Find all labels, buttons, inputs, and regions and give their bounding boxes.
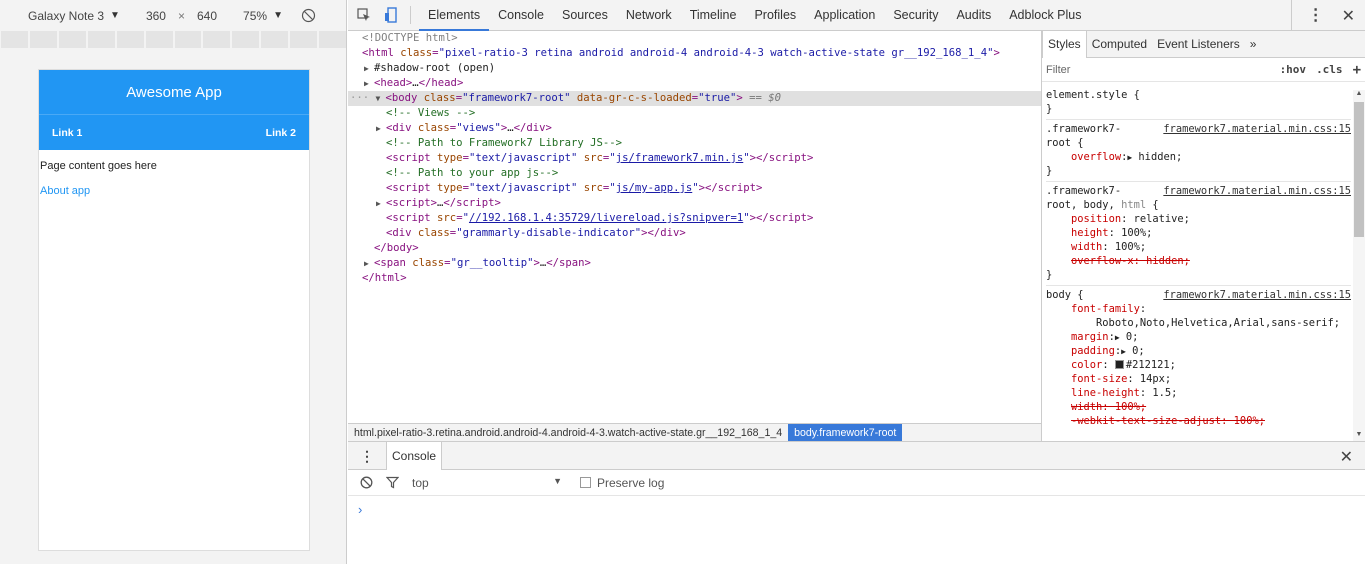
checkbox-icon <box>580 477 591 488</box>
caret-down-icon: ▼ <box>553 475 562 486</box>
tab-adblock-plus[interactable]: Adblock Plus <box>1000 0 1090 31</box>
app-link-2[interactable]: Link 2 <box>266 127 296 139</box>
rotate-icon[interactable] <box>301 8 317 24</box>
tab-event-listeners[interactable]: Event Listeners <box>1152 31 1245 58</box>
screen: Galaxy Note 3 ▼ 360 × 640 75% ▼ Awesome … <box>0 0 1365 564</box>
clear-console-icon[interactable] <box>358 475 374 491</box>
new-rule-button[interactable]: + <box>1353 62 1361 78</box>
drawer-tabbar: ⋮ Console ✕ <box>348 441 1365 470</box>
console-drawer: ⋮ Console ✕ top ▼ Preserve log › <box>348 441 1365 564</box>
console-prompt[interactable]: › <box>348 496 1365 523</box>
styles-filter-input[interactable]: Filter <box>1046 64 1270 76</box>
dom-node-span[interactable]: ▶ <span class="gr__tooltip">…</span> <box>348 256 1041 271</box>
console-toolbar: top ▼ Preserve log <box>348 470 1365 496</box>
devtools-panel: Elements Console Sources Network Timeline Pro… <box>348 0 1365 564</box>
tab-sources[interactable]: Sources <box>553 0 617 31</box>
inspect-element-icon[interactable] <box>353 4 375 26</box>
tab-elements[interactable]: Elements <box>419 0 490 31</box>
elements-dom-tree: <!DOCTYPE html> <html class="pixel-ratio… <box>348 31 1041 423</box>
media-query-ruler[interactable] <box>0 31 347 48</box>
page-content-text: Page content goes here <box>40 160 157 172</box>
tab-profiles[interactable]: Profiles <box>745 0 805 31</box>
hov-button[interactable]: :hov <box>1280 63 1307 76</box>
devtools-window-controls: ⋮ ✕ <box>1290 0 1365 31</box>
app-toolbar: Link 1 Link 2 <box>39 114 309 150</box>
filter-icon[interactable] <box>384 475 400 491</box>
tab-audits[interactable]: Audits <box>947 0 1000 31</box>
tab-network[interactable]: Network <box>617 0 681 31</box>
tab-console[interactable]: Console <box>489 0 553 31</box>
preserve-log-checkbox[interactable]: Preserve log <box>580 476 664 490</box>
caret-down-icon: ▼ <box>273 10 283 21</box>
zoom-select[interactable]: 75% ▼ <box>243 9 283 23</box>
style-rules: element.style { } framework7.material.mi… <box>1042 82 1365 431</box>
tab-security[interactable]: Security <box>884 0 947 31</box>
app-navbar-title: Awesome App <box>39 70 309 114</box>
cls-button[interactable]: .cls <box>1316 63 1343 76</box>
device-select[interactable]: Galaxy Note 3 ▼ <box>28 9 120 23</box>
devtools-tabbar: Elements Console Sources Network Timeline Pro… <box>348 0 1365 31</box>
more-tabs-icon[interactable]: » <box>1245 31 1262 58</box>
sidebar-tabs: Styles Computed Event Listeners » <box>1042 31 1365 58</box>
styles-scrollbar[interactable]: ▲ ▼ <box>1353 90 1365 441</box>
tab-application[interactable]: Application <box>805 0 884 31</box>
app-page-content: Page content goes here About app <box>39 150 309 207</box>
breadcrumb-body[interactable]: body.framework7-root <box>788 423 903 442</box>
device-toolbar-toggle-icon[interactable] <box>380 4 402 26</box>
dom-node-comment[interactable]: <!-- Views --> <box>348 106 1041 121</box>
context-select[interactable]: top ▼ <box>412 476 562 490</box>
dom-node-div[interactable]: <div class="grammarly-disable-indicator"… <box>348 226 1041 241</box>
about-app-link[interactable]: About app <box>40 185 308 197</box>
devtools-tabs: Elements Console Sources Network Timeline Pro… <box>419 0 1090 31</box>
dom-node-shadow-root[interactable]: ▶ #shadow-root (open) <box>348 61 1041 76</box>
dom-node-script[interactable]: <script src="//192.168.1.4:35729/liverel… <box>348 211 1041 226</box>
rule-source-link[interactable]: framework7.material.min.css:15 <box>1163 289 1351 301</box>
dom-node-body[interactable]: ··· ▼ <body class="framework7-root" data-… <box>348 91 1041 106</box>
color-swatch[interactable] <box>1114 360 1124 369</box>
breadcrumb: html.pixel-ratio-3.retina.android.androi… <box>348 423 1041 442</box>
breadcrumb-html[interactable]: html.pixel-ratio-3.retina.android.androi… <box>348 424 788 442</box>
more-options-icon[interactable]: ⋮ <box>1308 7 1324 24</box>
close-drawer-icon[interactable]: ✕ <box>1340 447 1353 467</box>
rule-source-link[interactable]: framework7.material.min.css:15 <box>1163 185 1351 197</box>
preserve-log-label: Preserve log <box>597 475 665 490</box>
dom-node-script[interactable]: ▶ <script>…</script> <box>348 196 1041 211</box>
dom-node-div-views[interactable]: ▶ <div class="views">…</div> <box>348 121 1041 136</box>
dom-node-script[interactable]: <script type="text/javascript" src="js/m… <box>348 181 1041 196</box>
style-rule[interactable]: element.style { } <box>1046 86 1351 120</box>
emulated-device-viewport: Awesome App Link 1 Link 2 Page content g… <box>38 69 310 551</box>
dom-node-script[interactable]: <script type="text/javascript" src="js/f… <box>348 151 1041 166</box>
device-width-input[interactable]: 360 <box>146 9 166 23</box>
close-icon[interactable]: ✕ <box>1342 6 1355 26</box>
zoom-value: 75% <box>243 8 268 23</box>
context-value: top <box>412 475 429 490</box>
drawer-menu-icon[interactable]: ⋮ <box>360 449 374 463</box>
style-rule[interactable]: framework7.material.min.css:15 body { fo… <box>1046 286 1351 431</box>
style-rule[interactable]: framework7.material.min.css:15 .framewor… <box>1046 182 1351 286</box>
styles-filter-bar: Filter :hov .cls + <box>1042 58 1365 82</box>
app-link-1[interactable]: Link 1 <box>52 127 82 139</box>
caret-down-icon: ▼ <box>110 10 120 21</box>
style-rule[interactable]: framework7.material.min.css:15 .framewor… <box>1046 120 1351 182</box>
dom-node-comment[interactable]: <!-- Path to your app js--> <box>348 166 1041 181</box>
device-emulation-pane: Galaxy Note 3 ▼ 360 × 640 75% ▼ Awesome … <box>0 0 347 564</box>
tab-console-drawer[interactable]: Console <box>386 441 443 470</box>
device-height-input[interactable]: 640 <box>197 9 217 23</box>
tab-computed[interactable]: Computed <box>1087 31 1152 58</box>
styles-sidebar: Styles Computed Event Listeners » Filter… <box>1041 31 1365 441</box>
dom-node-body-close[interactable]: </body> <box>348 241 1041 256</box>
rule-source-link[interactable]: framework7.material.min.css:15 <box>1163 123 1351 135</box>
dom-node-comment[interactable]: <!-- Path to Framework7 Library JS--> <box>348 136 1041 151</box>
dom-node-html-close[interactable]: </html> <box>348 271 1041 286</box>
device-toolbar: Galaxy Note 3 ▼ 360 × 640 75% ▼ <box>0 0 346 31</box>
dom-node-head[interactable]: ▶ <head>…</head> <box>348 76 1041 91</box>
tab-timeline[interactable]: Timeline <box>681 0 746 31</box>
toolbar-divider <box>410 6 411 24</box>
dom-node-html[interactable]: <html class="pixel-ratio-3 retina androi… <box>348 46 1041 61</box>
dimension-separator: × <box>177 8 185 23</box>
dom-node-doctype[interactable]: <!DOCTYPE html> <box>348 31 1041 46</box>
device-name: Galaxy Note 3 <box>28 8 105 23</box>
tab-styles[interactable]: Styles <box>1042 31 1087 58</box>
